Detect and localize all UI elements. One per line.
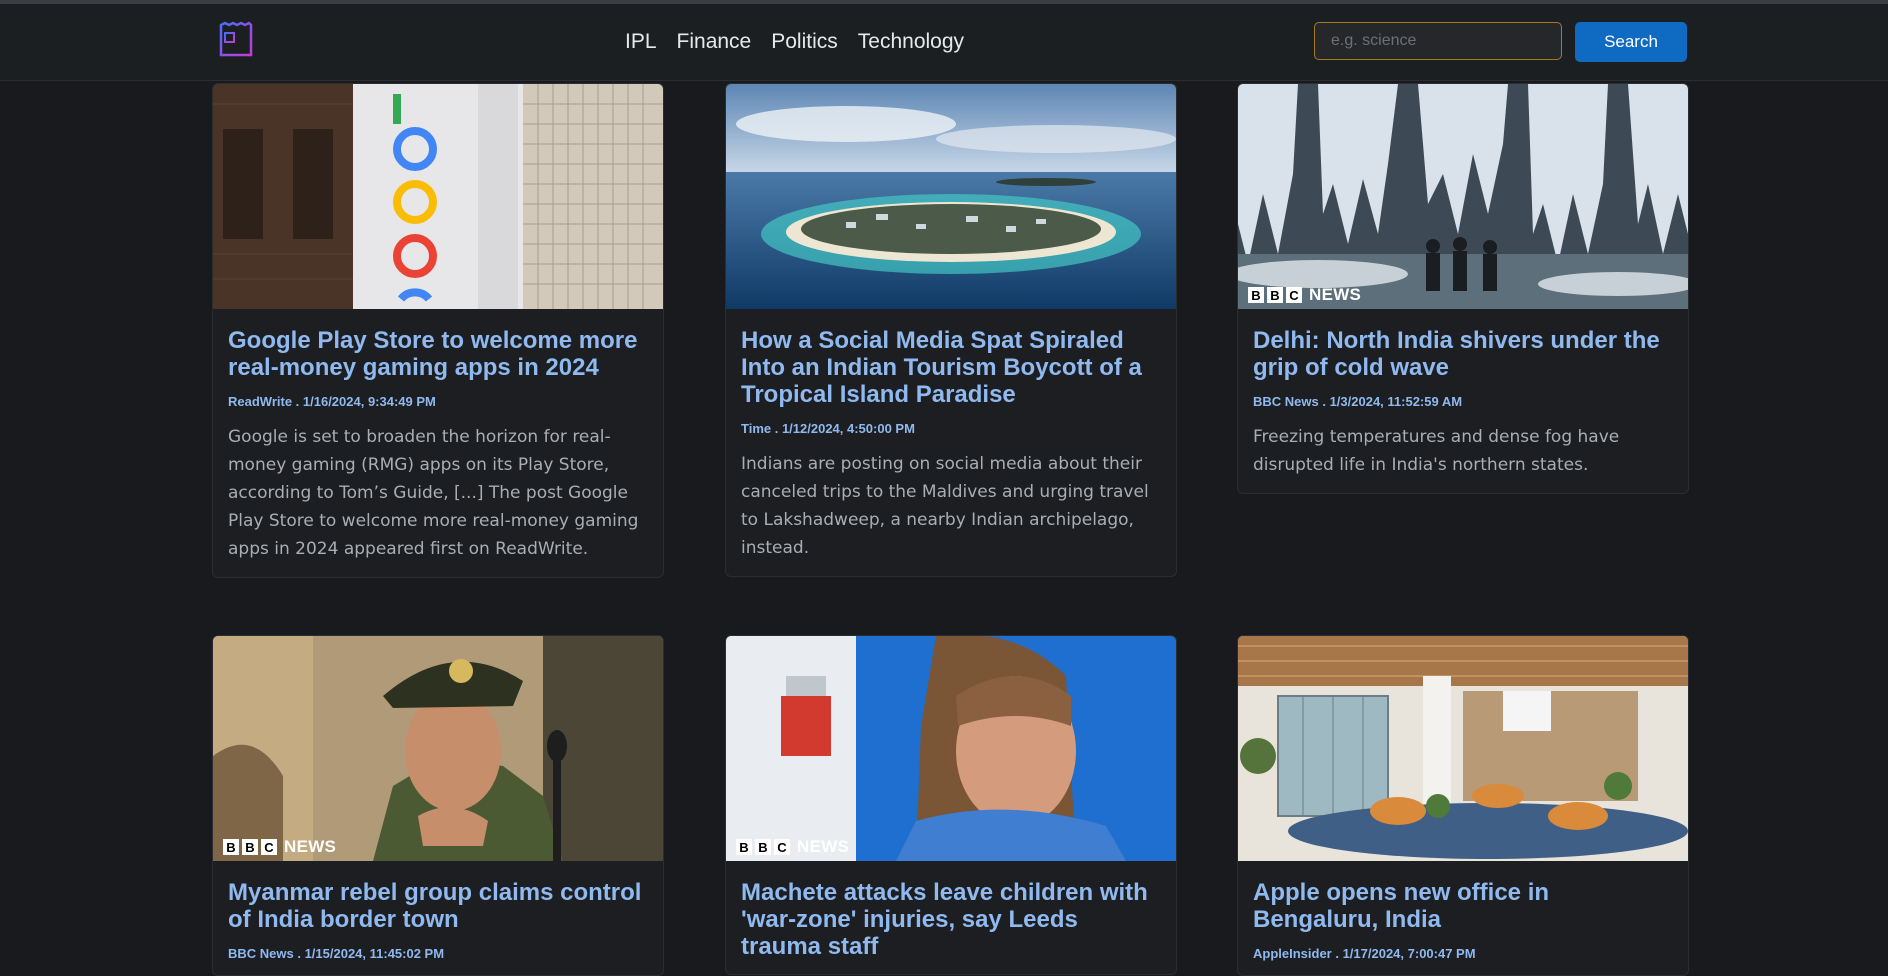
nav-link-finance[interactable]: Finance — [677, 30, 752, 54]
bbc-news-logo: B B C NEWS — [223, 837, 336, 857]
article-image[interactable] — [726, 84, 1176, 309]
article-image[interactable] — [1238, 636, 1688, 861]
bbc-news-label: NEWS — [797, 837, 850, 856]
nav-link-technology[interactable]: Technology — [858, 30, 964, 54]
bbc-letter: B — [1248, 287, 1264, 303]
article-image[interactable]: B B C NEWS — [213, 636, 663, 861]
bbc-news-label: NEWS — [1309, 285, 1362, 304]
bbc-letter: B — [242, 839, 258, 855]
article-meta: ReadWrite . 1/16/2024, 9:34:49 PM — [228, 394, 436, 409]
article-title[interactable]: Google Play Store to welcome more real-m… — [228, 327, 648, 381]
article-card: B B C NEWS Myanmar rebel group claims co… — [212, 635, 664, 976]
bbc-letter: C — [261, 839, 277, 855]
article-meta: Time . 1/12/2024, 4:50:00 PM — [741, 421, 915, 436]
article-description: Google is set to broaden the horizon for… — [228, 427, 639, 559]
article-meta: BBC News . 1/15/2024, 11:45:02 PM — [228, 946, 445, 961]
bbc-news-logo: B B C NEWS — [736, 837, 849, 857]
article-title[interactable]: Myanmar rebel group claims control of In… — [228, 879, 648, 933]
newspaper-icon[interactable] — [217, 21, 255, 59]
bbc-letter: B — [1267, 287, 1283, 303]
nav-link-ipl[interactable]: IPL — [625, 30, 657, 54]
navbar: IPL Finance Politics Technology Search — [0, 4, 1888, 81]
bbc-letter: B — [755, 839, 771, 855]
article-card: B B C NEWS Machete attacks leave childre… — [725, 635, 1177, 975]
article-meta: BBC News . 1/3/2024, 11:52:59 AM — [1253, 394, 1463, 409]
bbc-news-logo: B B C NEWS — [1248, 285, 1361, 305]
article-image[interactable]: B B C NEWS — [726, 636, 1176, 861]
bbc-news-label: NEWS — [284, 837, 337, 856]
article-card: Apple opens new office in Bengaluru, Ind… — [1237, 635, 1689, 976]
article-image[interactable] — [213, 84, 663, 309]
article-card: Google Play Store to welcome more real-m… — [212, 83, 664, 578]
article-meta: AppleInsider . 1/17/2024, 7:00:47 PM — [1253, 946, 1476, 961]
nav-link-politics[interactable]: Politics — [771, 30, 838, 54]
nav-links: IPL Finance Politics Technology — [625, 30, 964, 54]
bbc-letter: B — [736, 839, 752, 855]
search-input[interactable] — [1314, 22, 1562, 60]
article-image[interactable]: B B C NEWS — [1238, 84, 1688, 309]
article-description: Freezing temperatures and dense fog have… — [1253, 427, 1620, 475]
search-button[interactable]: Search — [1575, 22, 1687, 62]
bbc-letter: C — [774, 839, 790, 855]
article-description: Indians are posting on social media abou… — [741, 454, 1149, 558]
article-title[interactable]: Apple opens new office in Bengaluru, Ind… — [1253, 879, 1673, 933]
bbc-letter: B — [223, 839, 239, 855]
article-card: How a Social Media Spat Spiraled Into an… — [725, 83, 1177, 577]
article-title[interactable]: Machete attacks leave children with 'war… — [741, 879, 1161, 960]
article-title[interactable]: How a Social Media Spat Spiraled Into an… — [741, 327, 1161, 408]
article-title[interactable]: Delhi: North India shivers under the gri… — [1253, 327, 1673, 381]
bbc-letter: C — [1286, 287, 1302, 303]
article-card: B B C NEWS Delhi: North India shivers un… — [1237, 83, 1689, 494]
